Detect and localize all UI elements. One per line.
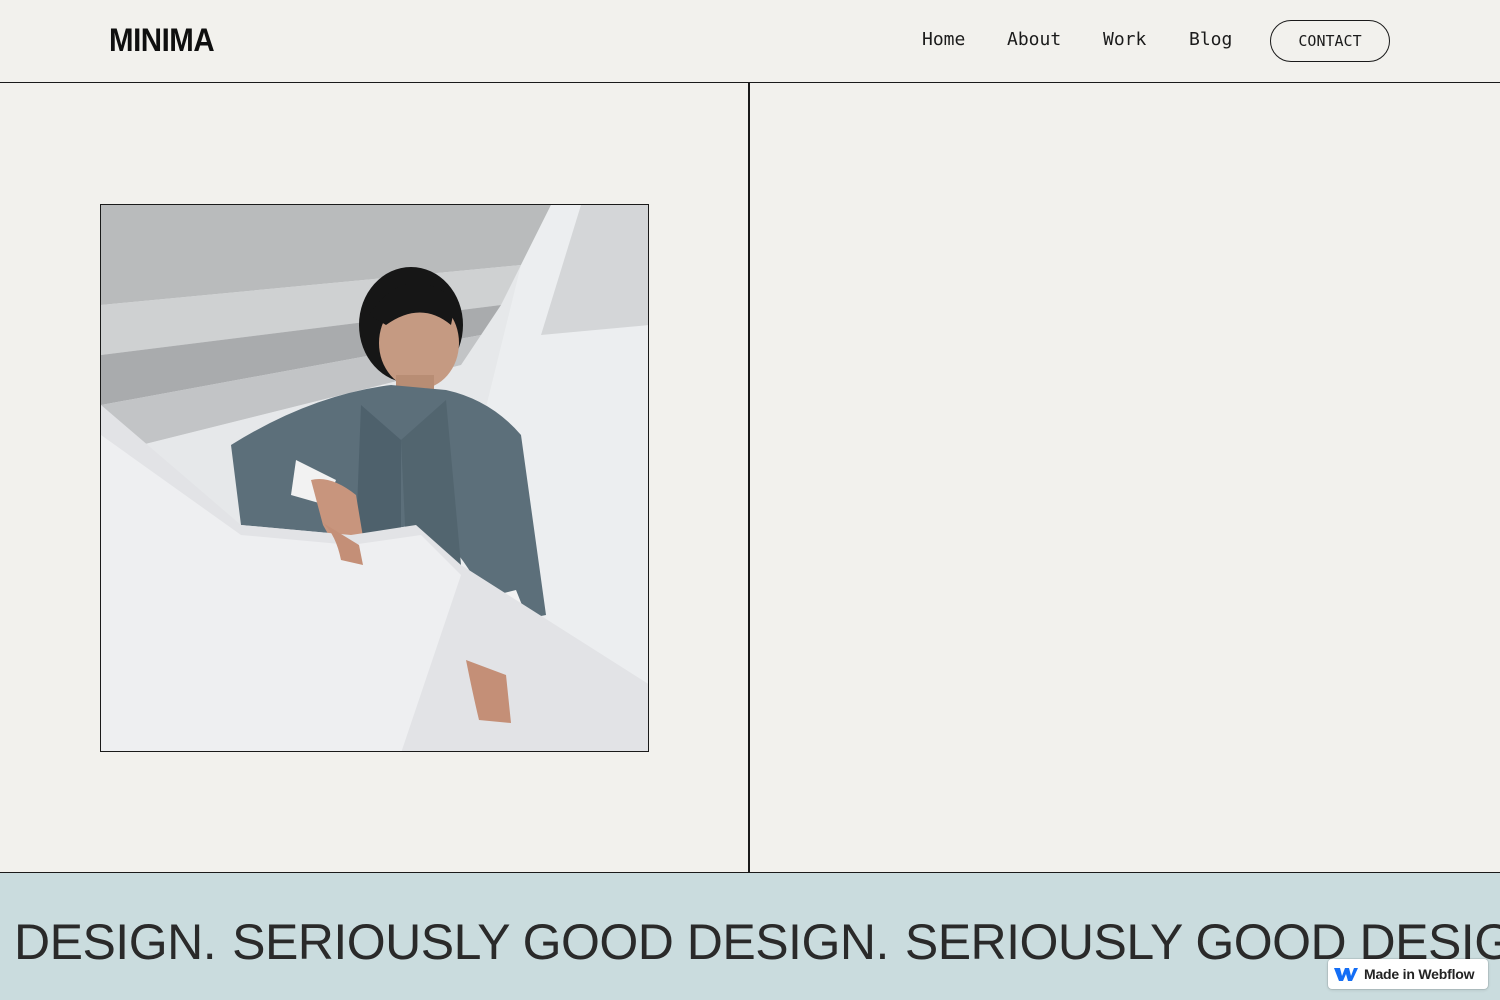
hero-photo bbox=[100, 204, 649, 752]
nav-blog[interactable]: Blog bbox=[1189, 29, 1232, 50]
nav-about[interactable]: About bbox=[1007, 29, 1061, 50]
nav-home[interactable]: Home bbox=[922, 29, 965, 50]
site-header: MINIMA Home About Work Blog CONTACT bbox=[0, 0, 1500, 83]
marquee-item: SERIOUSLY GOOD DESIGN. bbox=[232, 914, 889, 970]
marquee-banner: D DESIGN. SERIOUSLY GOOD DESIGN. SERIOUS… bbox=[0, 872, 1500, 1000]
webflow-logo-icon bbox=[1334, 966, 1358, 982]
contact-button[interactable]: CONTACT bbox=[1270, 20, 1390, 62]
marquee-track: D DESIGN. SERIOUSLY GOOD DESIGN. SERIOUS… bbox=[0, 913, 1500, 971]
site-logo[interactable]: MINIMA bbox=[109, 22, 215, 59]
portrait-photo-icon bbox=[101, 205, 648, 751]
made-in-webflow-badge[interactable]: Made in Webflow bbox=[1328, 959, 1488, 989]
marquee-item: D DESIGN. bbox=[0, 914, 217, 970]
right-panel bbox=[750, 83, 1500, 873]
hero-section bbox=[0, 83, 1500, 873]
badge-label: Made in Webflow bbox=[1364, 966, 1475, 982]
nav-work[interactable]: Work bbox=[1103, 29, 1146, 50]
